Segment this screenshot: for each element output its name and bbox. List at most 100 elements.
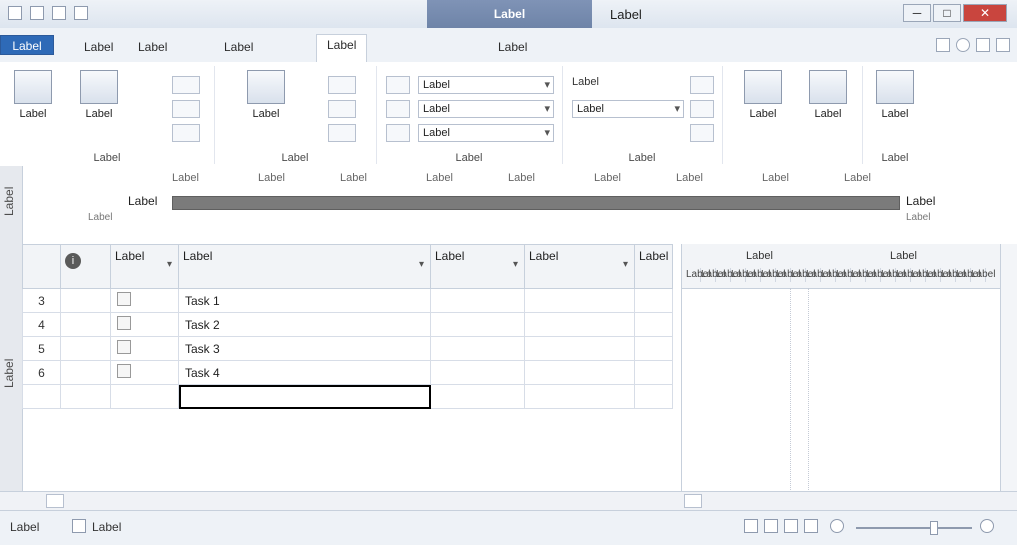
tables-icon[interactable] (386, 124, 410, 142)
sort-icon[interactable] (386, 76, 410, 94)
redo-icon[interactable] (74, 6, 88, 20)
selected-tasks-icon[interactable] (690, 124, 714, 142)
task-usage-view-button[interactable]: Label (68, 70, 130, 120)
grid-header-start[interactable]: Label ▾ (524, 244, 635, 289)
minimize-button[interactable]: ─ (903, 4, 931, 22)
row-mode[interactable] (110, 360, 179, 385)
row-name[interactable]: Task 3 (178, 336, 431, 361)
row-name[interactable]: Task 2 (178, 312, 431, 337)
row-name[interactable]: Task 4 (178, 360, 431, 385)
timeline-tick-4: Label (508, 172, 535, 184)
row-start[interactable] (524, 384, 635, 409)
row-start[interactable] (524, 336, 635, 361)
vertical-scrollbar[interactable] (1000, 244, 1017, 492)
row-duration[interactable] (430, 336, 525, 361)
task-views-small-2[interactable] (172, 100, 200, 118)
view-gantt-icon[interactable] (744, 519, 758, 533)
row-start[interactable] (524, 312, 635, 337)
ribbon-collapse-icon[interactable] (936, 38, 950, 52)
row-duration[interactable] (430, 360, 525, 385)
restore-ribbon-icon[interactable] (976, 38, 990, 52)
row-duration[interactable] (430, 288, 525, 313)
tab-view[interactable]: Label (316, 34, 368, 63)
save-icon[interactable] (30, 6, 44, 20)
row-finish[interactable] (634, 312, 673, 337)
macros-button[interactable]: Label (864, 70, 926, 120)
outline-icon[interactable] (386, 100, 410, 118)
grid-header-name[interactable]: Label ▾ (178, 244, 431, 289)
resource-views-small-3[interactable] (328, 124, 356, 142)
tab-resource[interactable]: Label (128, 37, 177, 57)
maximize-button[interactable]: □ (933, 4, 961, 22)
scroll-left-button[interactable] (684, 494, 702, 508)
entire-project-icon[interactable] (690, 100, 714, 118)
timeline-start-date: Label (88, 212, 113, 223)
resource-views-small-1[interactable] (328, 76, 356, 94)
chevron-down-icon[interactable]: ▾ (419, 259, 424, 270)
timeline-bar[interactable] (172, 196, 900, 210)
gantt-chart-view-button[interactable]: Label (2, 70, 64, 120)
table-row[interactable]: 3 Task 1 (22, 288, 673, 313)
selected-name-cell[interactable] (178, 384, 431, 409)
highlight-dropdown[interactable]: Label (418, 76, 554, 94)
chevron-down-icon[interactable]: ▾ (513, 259, 518, 270)
grid-header-mode[interactable]: Label ▾ (110, 244, 179, 289)
scroll-left-button[interactable] (46, 494, 64, 508)
view-team-planner-icon[interactable] (784, 519, 798, 533)
filter-dropdown[interactable]: Label (418, 100, 554, 118)
table-row[interactable]: 5 Task 3 (22, 336, 673, 361)
day-label: Label (911, 268, 936, 282)
view-task-usage-icon[interactable] (764, 519, 778, 533)
zoom-slider-knob[interactable] (930, 521, 938, 535)
tab-project[interactable]: Label (214, 37, 263, 57)
team-planner-button[interactable]: Label (226, 70, 306, 120)
row-finish[interactable] (634, 360, 673, 385)
row-finish[interactable] (634, 384, 673, 409)
undo-icon[interactable] (52, 6, 66, 20)
task-views-small-3[interactable] (172, 124, 200, 142)
tab-task[interactable]: Label (74, 37, 123, 57)
grid-header-finish[interactable]: Label (634, 244, 673, 289)
row-duration[interactable] (430, 384, 525, 409)
row-start[interactable] (524, 360, 635, 385)
close-document-icon[interactable] (996, 38, 1010, 52)
zoom-slider-track[interactable] (856, 527, 972, 529)
task-views-small-1[interactable] (172, 76, 200, 94)
row-duration[interactable] (430, 312, 525, 337)
grid-header-start-label: Label (529, 249, 559, 263)
grid-header-duration[interactable]: Label ▾ (430, 244, 525, 289)
resource-views-small-2[interactable] (328, 100, 356, 118)
row-mode[interactable] (110, 288, 179, 313)
status-new-tasks[interactable]: Label (92, 520, 121, 534)
row-finish[interactable] (634, 336, 673, 361)
close-button[interactable]: ✕ (963, 4, 1007, 22)
help-icon[interactable] (956, 38, 970, 52)
table-row[interactable]: 6 Task 4 (22, 360, 673, 385)
grid-header-info[interactable]: i (60, 244, 111, 289)
zoom-in-icon[interactable] (980, 519, 994, 533)
row-mode[interactable] (110, 384, 179, 409)
zoom-icon[interactable] (690, 76, 714, 94)
timescale-dropdown[interactable]: Label (572, 100, 684, 118)
group-by-dropdown[interactable]: Label (418, 124, 554, 142)
app-icon[interactable] (8, 6, 22, 20)
zoom-out-icon[interactable] (830, 519, 844, 533)
row-mode[interactable] (110, 312, 179, 337)
quick-access-toolbar (8, 6, 88, 20)
row-id: 3 (22, 288, 61, 313)
row-mode[interactable] (110, 336, 179, 361)
view-resource-icon[interactable] (804, 519, 818, 533)
chevron-down-icon[interactable]: ▾ (167, 259, 172, 270)
horizontal-scrollbar[interactable] (0, 491, 1017, 510)
day-label: Label (896, 268, 921, 282)
tab-file[interactable]: Label (0, 35, 54, 55)
table-row[interactable]: 4 Task 2 (22, 312, 673, 337)
row-start[interactable] (524, 288, 635, 313)
tab-format[interactable]: Label (488, 37, 537, 57)
table-row[interactable] (22, 384, 673, 409)
window-button[interactable]: Label (800, 70, 856, 120)
row-name[interactable]: Task 1 (178, 288, 431, 313)
chevron-down-icon[interactable]: ▾ (623, 259, 628, 270)
row-finish[interactable] (634, 288, 673, 313)
split-view-button[interactable]: Label (728, 70, 798, 120)
